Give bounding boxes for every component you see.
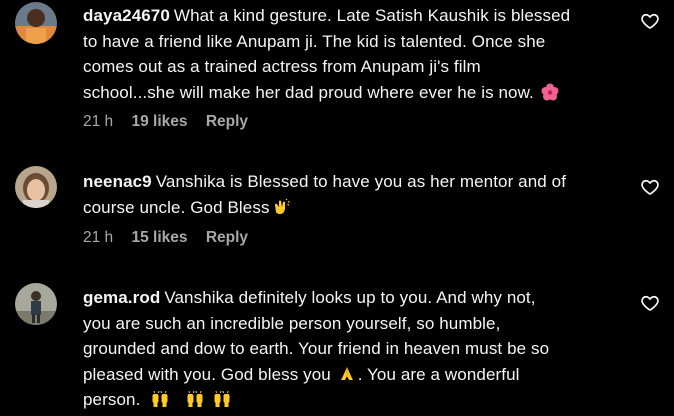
comment-time: 21 h: [83, 229, 114, 246]
comment-likes[interactable]: 15 likes: [131, 229, 187, 247]
comment-text: neenac9 Vanshika is Blessed to have you a…: [83, 169, 623, 220]
comment-line: to have a friend like Anupam ji. The kid…: [83, 31, 546, 51]
heart-outline-icon[interactable]: [640, 293, 660, 313]
avatar[interactable]: [15, 2, 57, 44]
hibiscus-emoji: [541, 83, 559, 101]
comment-line: Vanshika definitely looks up to you. And…: [164, 288, 536, 307]
raising-hands-emoji: [213, 390, 231, 408]
comment-likes[interactable]: 19 likes: [131, 113, 187, 131]
comment-line: pleased with you. God bless you: [83, 364, 331, 384]
comment-line: What a kind gesture. Late Satish Kaushik…: [173, 6, 571, 25]
comment-username[interactable]: gema.rod: [83, 288, 160, 307]
comment-line: you are such an incredible person yourse…: [83, 313, 501, 333]
heart-outline-icon[interactable]: [640, 177, 660, 197]
raising-hands-emoji: [186, 390, 204, 408]
clapping-hands-emoji: [272, 198, 290, 216]
comment-line: course uncle. God Bless: [83, 197, 270, 217]
comment-meta: 21 h 15 likes Reply: [83, 229, 248, 247]
folded-hands-emoji: [338, 365, 356, 383]
comment-text: gema.rod Vanshika definitely looks up to …: [83, 285, 623, 413]
comment-line: . You are a wonderful: [357, 364, 520, 384]
avatar[interactable]: [15, 166, 57, 208]
comment-time: 21 h: [83, 113, 114, 130]
comment-username[interactable]: neenac9: [83, 172, 152, 191]
comment-line: Vanshika is Blessed to have you as her m…: [155, 172, 567, 191]
comment-username[interactable]: daya24670: [83, 6, 170, 25]
comment-text: daya24670 What a kind gesture. Late Satis…: [83, 3, 623, 105]
comment-meta: 21 h 19 likes Reply: [83, 113, 248, 131]
raising-hands-emoji: [151, 390, 169, 408]
comment-line: grounded and dow to earth. Your friend i…: [83, 339, 550, 358]
comment-line: school...she will make her dad proud whe…: [83, 82, 534, 102]
reply-button[interactable]: Reply: [206, 229, 248, 247]
comment-line: comes out as a trained actress from Anup…: [83, 57, 481, 76]
reply-button[interactable]: Reply: [206, 113, 248, 131]
comment-line: person.: [83, 390, 141, 409]
heart-outline-icon[interactable]: [640, 11, 660, 31]
avatar[interactable]: [15, 283, 57, 325]
